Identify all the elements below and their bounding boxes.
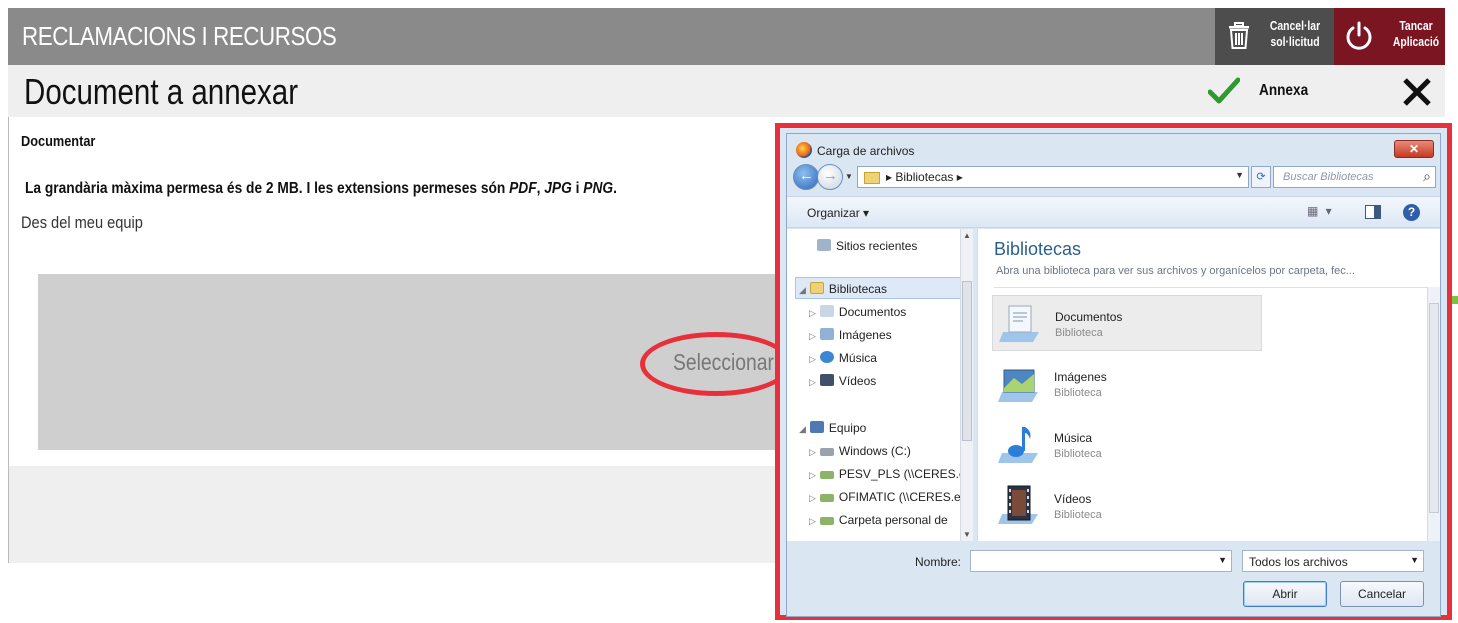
content-description: Abra una biblioteca para ver sus archivo… — [996, 265, 1355, 277]
content-scrollbar[interactable] — [1427, 287, 1440, 541]
library-type: Biblioteca — [1054, 509, 1102, 521]
open-button[interactable]: Abrir — [1243, 581, 1327, 607]
trash-icon — [1229, 22, 1249, 49]
file-size-info: La grandària màxima permesa és de 2 MB. … — [25, 180, 617, 197]
computer-icon — [809, 421, 824, 433]
page-title: Document a annexar — [24, 71, 299, 112]
nav-item-drive-c[interactable]: ▷ Windows (C:) — [809, 444, 911, 458]
nav-item-music[interactable]: ▷ Música — [809, 351, 877, 365]
section-label: Documentar — [21, 133, 96, 150]
nav-item-libraries[interactable]: ◢ Bibliotecas — [799, 282, 887, 296]
content-pane: Bibliotecas Abra una biblioteca para ver… — [977, 229, 1440, 541]
file-open-dialog: Carga de archivos ✕ ▼ ▸ Bibliotecas ▸ ▼ … — [786, 133, 1441, 617]
dialog-close-button[interactable]: ✕ — [1394, 140, 1434, 158]
close-icon[interactable] — [1402, 77, 1432, 107]
nav-item-network-1[interactable]: ▷ PESV_PLS (\\CERES.ec — [809, 467, 972, 481]
help-icon[interactable]: ? — [1403, 204, 1420, 221]
cancel-request-label: Cancel·lar sol·licitud — [1269, 18, 1321, 49]
music-icon — [819, 351, 834, 363]
library-name: Documentos — [1055, 310, 1123, 324]
address-bar[interactable]: ▸ Bibliotecas ▸ ▼ — [857, 166, 1249, 188]
check-icon[interactable] — [1208, 77, 1240, 105]
network-drive-icon — [819, 494, 834, 502]
library-videos[interactable]: Vídeos Biblioteca — [992, 478, 1262, 534]
libraries-icon — [809, 282, 824, 294]
search-icon: ⌕ — [1423, 168, 1431, 184]
chevron-down-icon[interactable]: ▼ — [1218, 555, 1227, 565]
organize-menu[interactable]: Organizar ▾ — [807, 206, 869, 220]
preview-pane-icon[interactable] — [1365, 205, 1381, 219]
dialog-highlight-frame: Carga de archivos ✕ ▼ ▸ Bibliotecas ▸ ▼ … — [775, 123, 1452, 620]
nav-item-network-2[interactable]: ▷ OFIMATIC (\\CERES.e — [809, 490, 961, 504]
navigation-pane: Sitios recientes ◢ Bibliotecas ▷ Documento… — [787, 229, 973, 541]
videos-library-icon — [998, 485, 1038, 524]
cancel-request-button[interactable]: Cancel·lar sol·licitud — [1215, 8, 1334, 65]
firefox-icon — [796, 142, 812, 158]
content-title: Bibliotecas — [994, 239, 1082, 259]
recent-places-icon — [817, 239, 831, 251]
power-icon — [1346, 21, 1372, 50]
forward-arrow-icon[interactable] — [817, 164, 843, 190]
folder-icon — [864, 172, 880, 184]
images-icon — [819, 328, 834, 340]
annexa-button[interactable]: Annexa — [1259, 82, 1308, 100]
dialog-toolbar: Organizar ▾ ▦ ▾ ? — [787, 196, 1440, 228]
drive-icon — [819, 448, 834, 456]
back-arrow-icon[interactable] — [793, 164, 819, 190]
library-name: Música — [1054, 431, 1093, 445]
images-library-icon — [998, 369, 1038, 402]
history-dropdown-icon[interactable]: ▼ — [845, 172, 853, 181]
network-drive-icon — [819, 517, 834, 525]
search-input[interactable]: Buscar Bibliotecas ⌕ — [1273, 166, 1436, 188]
app-title: RECLAMACIONS I RECURSOS — [22, 21, 337, 51]
music-library-icon — [998, 427, 1038, 463]
close-app-button[interactable]: Tancar Aplicació — [1334, 8, 1445, 65]
documents-library-icon — [999, 305, 1039, 342]
view-options-icon[interactable]: ▦ ▾ — [1307, 204, 1334, 218]
dialog-title: Carga de archivos — [817, 144, 915, 158]
search-placeholder: Buscar Bibliotecas — [1283, 171, 1374, 183]
file-type-select[interactable]: Todos los archivos ▼ — [1242, 550, 1424, 572]
select-highlight-circle — [640, 332, 792, 396]
close-app-label: Tancar Aplicació — [1392, 18, 1440, 49]
page-header: Document a annexar Annexa — [8, 65, 1445, 117]
address-text: ▸ Bibliotecas ▸ — [886, 170, 963, 184]
library-type: Biblioteca — [1054, 448, 1102, 460]
cancel-button[interactable]: Cancelar — [1340, 581, 1424, 607]
nav-item-documents[interactable]: ▷ Documentos — [809, 305, 906, 319]
library-name: Vídeos — [1054, 492, 1092, 506]
documents-icon — [819, 305, 834, 317]
nav-item-network-3[interactable]: ▷ Carpeta personal de — [809, 513, 948, 527]
app-header: RECLAMACIONS I RECURSOS Cancel·lar sol·li… — [8, 8, 1445, 65]
source-label: Des del meu equip — [21, 213, 143, 232]
nav-scrollbar[interactable]: ▲ ▼ — [960, 229, 973, 541]
nav-item-computer[interactable]: ◢ Equipo — [799, 421, 866, 435]
refresh-icon[interactable]: ⟳ — [1251, 166, 1271, 188]
nav-item-videos[interactable]: ▷ Vídeos — [809, 374, 876, 388]
chevron-down-icon[interactable]: ▼ — [1235, 170, 1244, 180]
videos-icon — [819, 374, 834, 386]
library-type: Biblioteca — [1054, 387, 1102, 399]
file-name-input[interactable]: ▼ — [970, 550, 1232, 572]
chevron-down-icon[interactable]: ▼ — [1410, 555, 1419, 565]
network-drive-icon — [819, 471, 834, 479]
edge-marker — [1452, 296, 1458, 304]
footer-band — [9, 466, 789, 563]
file-name-label: Nombre: — [915, 555, 962, 569]
library-type: Biblioteca — [1055, 327, 1103, 339]
library-documents[interactable]: Documentos Biblioteca — [992, 295, 1262, 351]
library-images[interactable]: Imágenes Biblioteca — [992, 356, 1262, 412]
library-name: Imágenes — [1054, 370, 1107, 384]
library-music[interactable]: Música Biblioteca — [992, 417, 1262, 473]
nav-item-images[interactable]: ▷ Imágenes — [809, 328, 892, 342]
nav-item-recent[interactable]: Sitios recientes — [817, 239, 917, 253]
